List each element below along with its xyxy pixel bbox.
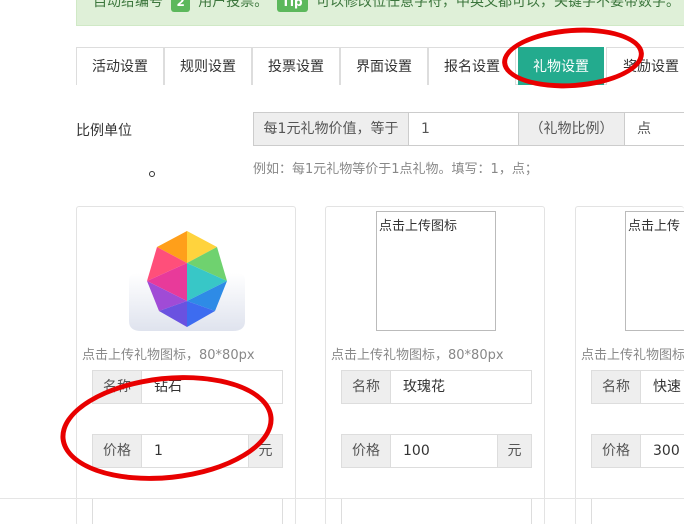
price-addon: 价格 — [341, 434, 391, 468]
gift-name-input[interactable]: 玫瑰花 — [390, 370, 532, 404]
gift-extra-input[interactable] — [591, 498, 684, 524]
gift-price-input[interactable]: 1 — [141, 434, 249, 468]
tab-activity-settings[interactable]: 活动设置 — [76, 47, 164, 85]
notice-part-3: 可以修改位任意字符，中英文都可以，关键字不要带数字。 — [316, 0, 681, 10]
upload-hint: 点击上传礼物图标，80*80px — [581, 348, 684, 363]
diamond-gift-icon[interactable] — [125, 229, 249, 333]
price-addon: 价格 — [591, 434, 641, 468]
tab-gift-settings[interactable]: 礼物设置 — [518, 47, 604, 85]
tab-vote-settings[interactable]: 投票设置 — [252, 47, 340, 85]
cursor-dot — [149, 171, 155, 177]
price-addon: 价格 — [92, 434, 142, 468]
name-addon: 名称 — [591, 370, 641, 404]
gift-card-1: 点击上传礼物图标，80*80px 名称 钻石 价格 1 元 — [76, 206, 296, 524]
upload-hint: 点击上传礼物图标，80*80px — [82, 348, 255, 363]
upload-icon-box[interactable]: 点击上传 — [625, 211, 684, 331]
bottom-divider — [0, 498, 684, 499]
gift-extra-input[interactable] — [92, 498, 283, 524]
gift-extra-input[interactable] — [341, 498, 532, 524]
ratio-middle-addon: （礼物比例） — [518, 112, 625, 146]
tab-reward-settings[interactable]: 奖励设置 — [606, 47, 684, 85]
tab-signup-settings[interactable]: 报名设置 — [428, 47, 516, 85]
upload-hint: 点击上传礼物图标，80*80px — [331, 348, 504, 363]
notice-text: 自动给编号 2 用户投票。 Tip 可以修改位任意字符，中英文都可以，关键字不要… — [93, 0, 680, 12]
ratio-label: 比例单位 — [76, 123, 132, 139]
notice-badge-tip: Tip — [276, 0, 308, 12]
ratio-input-group: 每1元礼物价值，等于 1 （礼物比例） 点 — [253, 112, 684, 146]
settings-tabs: 活动设置 规则设置 投票设置 界面设置 报名设置 礼物设置 奖励设置 — [76, 47, 684, 85]
gift-price-input[interactable]: 100 — [390, 434, 498, 468]
name-addon: 名称 — [92, 370, 142, 404]
gift-card-2: 点击上传图标 点击上传礼物图标，80*80px 名称 玫瑰花 价格 100 元 — [325, 206, 545, 524]
gift-card-3: 点击上传 点击上传礼物图标，80*80px 名称 快速 价格 300 — [575, 206, 684, 524]
currency-addon: 元 — [248, 434, 283, 468]
tab-ui-settings[interactable]: 界面设置 — [340, 47, 428, 85]
gift-price-input[interactable]: 300 — [640, 434, 684, 468]
currency-addon: 元 — [497, 434, 532, 468]
gift-name-input[interactable]: 钻石 — [141, 370, 283, 404]
notice-badge-number: 2 — [171, 0, 190, 12]
ratio-unit-input[interactable]: 点 — [624, 112, 684, 146]
ratio-help-text: 例如：每1元礼物等价于1点礼物。填写：1，点； — [253, 162, 538, 177]
ratio-prefix-addon: 每1元礼物价值，等于 — [253, 112, 409, 146]
notice-part-1: 自动给编号 — [93, 0, 163, 10]
tab-rule-settings[interactable]: 规则设置 — [164, 47, 252, 85]
gift-name-input[interactable]: 快速 — [640, 370, 684, 404]
notice-part-2: 用户投票。 — [198, 0, 269, 10]
ratio-value-input[interactable]: 1 — [408, 112, 519, 146]
name-addon: 名称 — [341, 370, 391, 404]
notice-banner: 自动给编号 2 用户投票。 Tip 可以修改位任意字符，中英文都可以，关键字不要… — [76, 0, 684, 26]
upload-icon-box[interactable]: 点击上传图标 — [376, 211, 496, 331]
